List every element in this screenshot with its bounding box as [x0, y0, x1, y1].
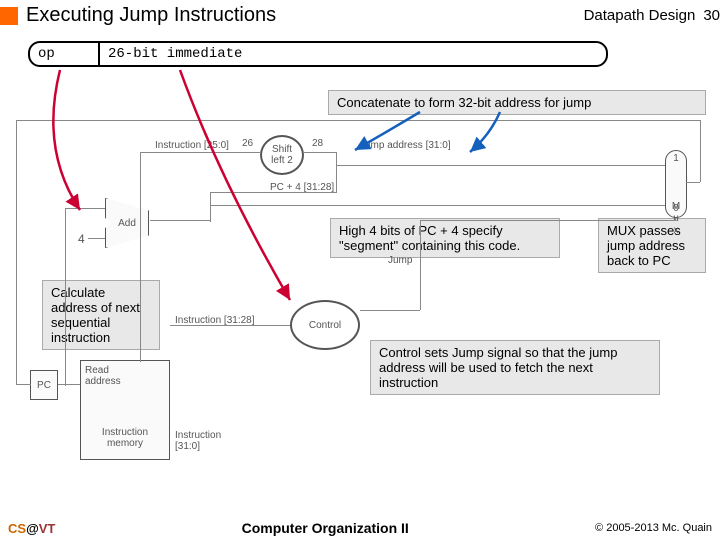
instr-25-0-label: Instruction [25:0]: [155, 140, 229, 151]
instruction-bus-label: Instruction [31:0]: [175, 430, 221, 452]
datapath-diagram: PC Read address Instruction memory Instr…: [10, 120, 710, 500]
shift-left-2: Shift left 2: [260, 135, 304, 175]
imem-label: Instruction memory: [81, 427, 169, 449]
mux-input-1: 1: [666, 153, 686, 165]
opcode-field: op: [30, 43, 100, 65]
footer-vt: VT: [39, 521, 56, 536]
footer-left: CS@VT: [8, 521, 55, 536]
mux: 1 M u x 0: [665, 150, 687, 218]
page-number: 30: [703, 7, 720, 24]
callout-concat: Concatenate to form 32-bit address for j…: [328, 90, 706, 115]
instruction-format: op 26-bit immediate: [28, 41, 608, 67]
constant-four: 4: [78, 232, 85, 246]
width-26: 26: [242, 138, 253, 149]
footer-right: © 2005-2013 Mc. Quain: [595, 522, 712, 534]
accent-square: [0, 7, 18, 25]
mux-input-0: 0: [666, 203, 686, 215]
footer: CS@VT Computer Organization II © 2005-20…: [0, 520, 720, 536]
footer-cs: CS: [8, 521, 26, 536]
immediate-field: 26-bit immediate: [100, 43, 606, 65]
pc-register: PC: [30, 370, 58, 400]
page-title: Executing Jump Instructions: [26, 4, 584, 27]
adder: Add: [105, 198, 149, 248]
footer-at: @: [26, 521, 39, 536]
footer-center: Computer Organization II: [55, 520, 595, 536]
section-name: Datapath Design: [584, 7, 696, 24]
instruction-memory: Read address Instruction memory: [80, 360, 170, 460]
width-28: 28: [312, 138, 323, 149]
jump-address-label: Jump address [31:0]: [360, 140, 451, 151]
read-address-port: Read address: [81, 365, 169, 387]
jump-signal-label: Jump: [388, 255, 412, 266]
control-unit: Control: [290, 300, 360, 350]
